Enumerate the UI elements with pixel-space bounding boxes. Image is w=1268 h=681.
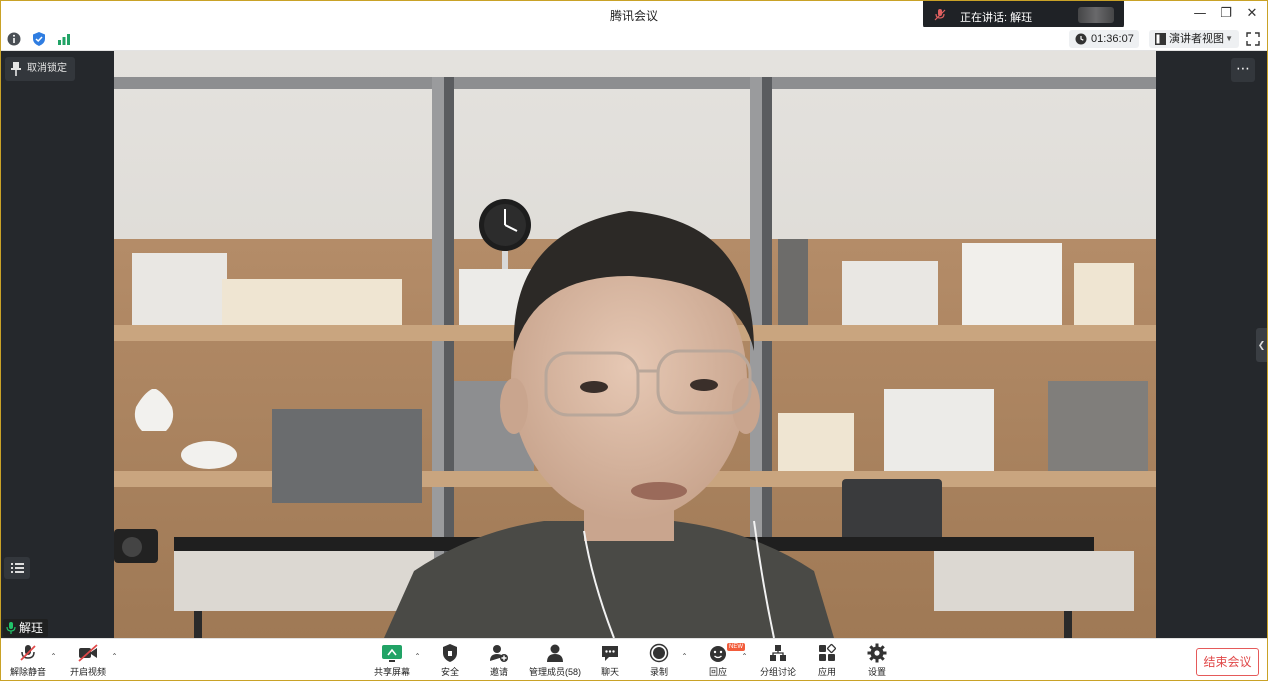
unpin-label: 取消锁定 bbox=[27, 63, 67, 74]
apps-icon bbox=[819, 644, 836, 661]
meeting-timer[interactable]: 01:36:07 bbox=[1069, 30, 1139, 48]
shield-icon[interactable] bbox=[31, 31, 47, 47]
security-button[interactable]: 安全 bbox=[425, 643, 475, 680]
blurred-avatar bbox=[1078, 7, 1114, 23]
share-screen-label: 共享屏幕 bbox=[373, 667, 410, 677]
manage-members-label: 管理成员(58) bbox=[528, 667, 581, 677]
apps-button[interactable]: 应用 bbox=[802, 643, 852, 680]
chat-icon bbox=[602, 646, 618, 661]
speaker-name: 解珏 bbox=[19, 621, 44, 635]
minimize-icon[interactable]: — bbox=[1191, 5, 1209, 23]
end-meeting-button[interactable]: 结束会议 bbox=[1196, 648, 1259, 676]
speaking-label: 正在讲话: 解珏 bbox=[960, 12, 1033, 24]
timer-value: 01:36:07 bbox=[1091, 33, 1134, 45]
chat-label: 聊天 bbox=[600, 667, 619, 677]
view-mode-dropdown[interactable]: 演讲者视图 ▼ bbox=[1149, 30, 1239, 48]
breakout-icon bbox=[770, 645, 786, 661]
record-label: 录制 bbox=[649, 667, 668, 677]
more-options-icon[interactable]: ⋯ bbox=[1231, 58, 1255, 82]
record-options-chevron-icon[interactable]: ˆ bbox=[682, 653, 687, 664]
start-video-button[interactable]: 开启视频 bbox=[63, 643, 113, 680]
mic-muted-icon bbox=[934, 9, 946, 21]
pin-icon bbox=[11, 62, 21, 76]
reaction-label: 回应 bbox=[708, 667, 727, 677]
reaction-options-chevron-icon[interactable]: ˆ bbox=[742, 653, 747, 664]
new-badge: NEW bbox=[727, 643, 745, 651]
mic-muted-icon bbox=[20, 645, 36, 661]
list-toggle-button[interactable] bbox=[4, 557, 30, 579]
layout-icon bbox=[1155, 33, 1166, 45]
mic-active-icon bbox=[6, 622, 16, 634]
camera-off-icon bbox=[78, 644, 98, 662]
window-controls: — ❐ ✕ bbox=[1191, 5, 1261, 23]
settings-button[interactable]: 设置 bbox=[852, 643, 902, 680]
breakout-rooms-button[interactable]: 分组讨论 bbox=[753, 643, 803, 680]
speaking-banner: 正在讲话: 解珏 bbox=[923, 1, 1124, 29]
list-icon bbox=[11, 563, 24, 573]
share-screen-icon bbox=[382, 645, 402, 662]
breakout-rooms-label: 分组讨论 bbox=[759, 667, 796, 677]
invite-label: 邀请 bbox=[489, 667, 508, 677]
apps-label: 应用 bbox=[817, 667, 836, 677]
meeting-window: 腾讯会议 — ❐ ✕ 正在讲话: 解珏 01:36:07 演讲者视图 ▼ 取消锁… bbox=[0, 0, 1268, 681]
settings-label: 设置 bbox=[867, 667, 886, 677]
unpin-button[interactable]: 取消锁定 bbox=[5, 57, 75, 81]
security-label: 安全 bbox=[440, 667, 459, 677]
share-screen-button[interactable]: 共享屏幕 bbox=[367, 643, 417, 680]
emoji-icon bbox=[710, 646, 726, 662]
video-options-chevron-icon[interactable]: ˆ bbox=[112, 653, 117, 664]
unmute-button[interactable]: 解除静音 bbox=[3, 643, 53, 680]
shield-icon bbox=[443, 644, 457, 662]
members-icon bbox=[547, 644, 563, 662]
chevron-left-icon[interactable]: ❮ bbox=[1256, 328, 1267, 362]
start-video-label: 开启视频 bbox=[69, 667, 106, 677]
clock-icon bbox=[1075, 33, 1087, 45]
video-frame-illustration bbox=[114, 51, 1156, 638]
speaker-name-tag: 解珏 bbox=[3, 619, 49, 637]
chat-button[interactable]: 聊天 bbox=[585, 643, 635, 680]
speaker-video[interactable] bbox=[114, 51, 1156, 638]
fullscreen-icon[interactable] bbox=[1245, 31, 1261, 47]
share-options-chevron-icon[interactable]: ˆ bbox=[415, 653, 420, 664]
record-button[interactable]: 录制 bbox=[634, 643, 684, 680]
unmute-label: 解除静音 bbox=[9, 667, 46, 677]
signal-icon[interactable] bbox=[56, 31, 72, 47]
mic-options-chevron-icon[interactable]: ˆ bbox=[51, 653, 56, 664]
restore-icon[interactable]: ❐ bbox=[1217, 5, 1235, 23]
close-icon[interactable]: ✕ bbox=[1243, 5, 1261, 23]
caret-down-icon: ▼ bbox=[1225, 34, 1233, 43]
record-icon bbox=[649, 643, 669, 663]
view-mode-label: 演讲者视图 bbox=[1169, 33, 1224, 45]
bottom-toolbar: 解除静音 ˆ 开启视频 ˆ 共享屏幕 ˆ 安全 邀请 管理成员(58) 聊天 录… bbox=[1, 638, 1267, 680]
manage-members-button[interactable]: 管理成员(58) bbox=[525, 643, 585, 680]
add-user-icon bbox=[490, 645, 508, 662]
status-bar: 01:36:07 演讲者视图 ▼ bbox=[1, 27, 1267, 51]
gear-icon bbox=[867, 643, 887, 663]
info-icon[interactable] bbox=[6, 31, 22, 47]
video-area: 取消锁定 ⋯ ❮ 解珏 bbox=[1, 51, 1267, 638]
invite-button[interactable]: 邀请 bbox=[474, 643, 524, 680]
